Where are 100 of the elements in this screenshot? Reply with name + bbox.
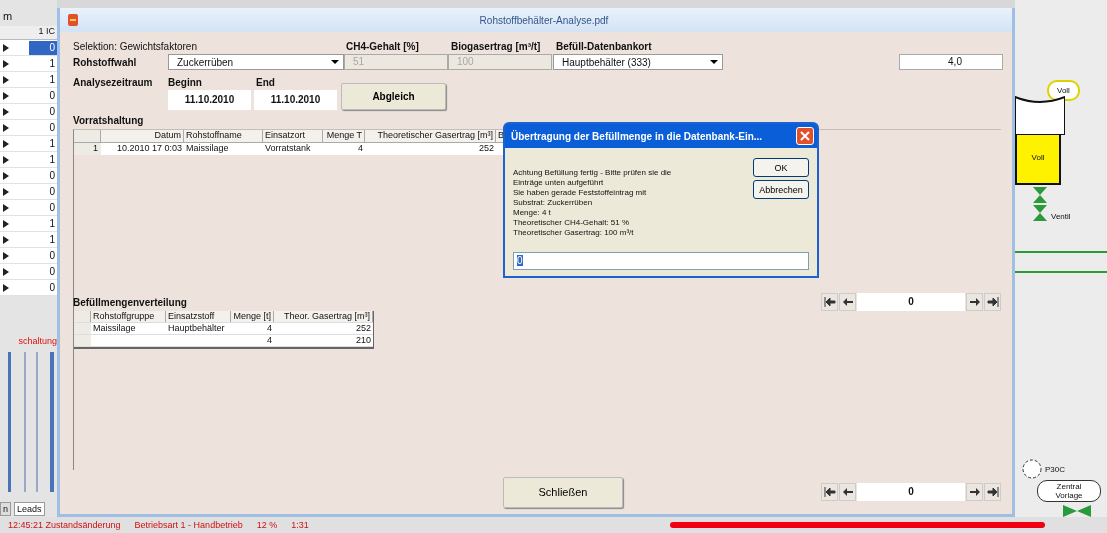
window-title: Rohstoffbehälter-Analyse.pdf: [478, 14, 610, 26]
status-text: 1:31: [291, 520, 309, 530]
field-label: Befüll-Datenbankort: [556, 41, 653, 52]
table-cell[interactable]: 0: [29, 104, 57, 119]
valve-icon: [1033, 187, 1047, 221]
left-arrow-icon: [841, 297, 854, 307]
pump-icon: [1021, 458, 1043, 480]
close-button[interactable]: Schließen: [503, 476, 623, 508]
field-label: Beginn: [168, 76, 203, 88]
previous-record-button[interactable]: [839, 293, 856, 311]
table-cell-text: Maissilage: [185, 143, 230, 155]
field-label: CH4-Gehalt [%]: [346, 41, 420, 52]
compare-button[interactable]: Abgleich: [341, 83, 446, 110]
field-label: Rohstoffwahl: [73, 56, 138, 68]
callout-bubble: Zentral Vorlage: [1037, 480, 1101, 502]
message-text: Theoretischer CH4-Gehalt: 51 %: [513, 218, 631, 228]
table-cell[interactable]: 1: [29, 72, 57, 87]
first-record-button[interactable]: [821, 293, 838, 311]
tab[interactable]: Leads: [14, 502, 45, 516]
column-header[interactable]: Datum: [101, 130, 184, 142]
table-cell-text: 252: [477, 143, 495, 155]
selection-label: Selektion: Gewichtsfaktoren: [73, 41, 198, 52]
close-icon: [800, 131, 810, 141]
record-field[interactable]: 0: [857, 293, 965, 311]
column-header[interactable]: Rohstoffgruppe: [91, 311, 166, 322]
table-cell[interactable]: 1: [29, 152, 57, 167]
record-field[interactable]: 0: [857, 483, 965, 501]
dropdown-icon: [331, 60, 339, 64]
column-header[interactable]: Rohstoffname: [184, 130, 263, 142]
first-arrow-icon: [823, 297, 836, 307]
last-record-button[interactable]: [984, 293, 1001, 311]
alert-text: schaltung: [17, 336, 57, 346]
location-dropdown[interactable]: Hauptbehälter (333): [553, 54, 723, 70]
field-label: End: [256, 76, 275, 88]
first-arrow-icon: [823, 487, 836, 497]
message-text: Achtung Befüllung fertig - Bitte prüfen sie die: [513, 168, 672, 178]
column-header[interactable]: Theor. Gasertrag [m³]: [274, 311, 373, 322]
date-field[interactable]: 11.10.2010: [168, 90, 251, 110]
column-header[interactable]: Einsatzstoff: [166, 311, 231, 322]
column-header: 1 IC: [0, 26, 57, 40]
input-field[interactable]: 4,0: [899, 54, 1003, 70]
right-arrow-icon: [968, 487, 981, 497]
table-cell-text: 10.2010 17 0:03: [115, 143, 183, 155]
last-arrow-icon: [986, 297, 999, 307]
message-text: Substrat: Zuckerrüben: [513, 198, 594, 208]
status-text: Betriebsart 1 - Handbetrieb: [134, 520, 243, 530]
column-header[interactable]: Menge T: [323, 130, 365, 142]
ok-button[interactable]: OK: [753, 158, 809, 177]
table-cell[interactable]: 1: [29, 232, 57, 247]
dropdown-icon: [710, 60, 718, 64]
table-cell[interactable]: 1: [29, 136, 57, 151]
cancel-button[interactable]: Abbrechen: [753, 180, 809, 199]
message-text: Menge: 4 t: [513, 208, 552, 218]
callout-bubble: Voll: [1047, 80, 1080, 101]
material-dropdown[interactable]: Zuckerrüben: [168, 54, 344, 70]
table-cell[interactable]: 0: [29, 40, 57, 55]
table-cell[interactable]: 0: [29, 88, 57, 103]
table-cell-text: 4: [357, 143, 364, 155]
tab[interactable]: n: [0, 502, 11, 516]
tank-outline-icon: [1015, 95, 1065, 135]
table-cell[interactable]: 0: [29, 280, 57, 295]
table-cell-text: Hauptbehälter: [167, 323, 226, 334]
column-header[interactable]: Einsatzort: [263, 130, 323, 142]
status-text: 12:45:21 Zustandsänderung: [8, 520, 121, 530]
dialog-title: Übertragung der Befüllmenge in die Datenbank-Ein...: [511, 130, 763, 142]
last-arrow-icon: [986, 487, 999, 497]
section-label: Befüllmengenverteilung: [73, 296, 187, 308]
pump-label: P30C: [1045, 464, 1065, 474]
table-cell[interactable]: 1: [29, 216, 57, 231]
right-arrow-icon: [968, 297, 981, 307]
panel-title: m: [3, 10, 13, 22]
row-number: 1: [74, 143, 101, 155]
next-record-button[interactable]: [966, 483, 983, 501]
input-field[interactable]: 0: [513, 252, 809, 270]
table-cell-text: 4: [266, 323, 273, 334]
column-header[interactable]: Menge [t]: [231, 311, 274, 322]
table-cell[interactable]: 0: [29, 184, 57, 199]
previous-record-button[interactable]: [839, 483, 856, 501]
next-record-button[interactable]: [966, 293, 983, 311]
table-cell-text: Maissilage: [92, 323, 137, 334]
table-cell[interactable]: 0: [29, 264, 57, 279]
valve-label: Ventil: [1051, 212, 1071, 221]
table-cell[interactable]: 1: [29, 56, 57, 71]
message-text: Sie haben gerade Feststoffeintrag mit: [513, 188, 648, 198]
last-record-button[interactable]: [984, 483, 1001, 501]
table-cell[interactable]: 0: [29, 168, 57, 183]
column-header[interactable]: Theoretischer Gasertrag [m³]: [365, 130, 496, 142]
table-cell[interactable]: 0: [29, 200, 57, 215]
tank: Voll: [1015, 135, 1061, 185]
table-cell-text: Vorratstank: [264, 143, 312, 155]
message-text: Theoretischer Gasertrag: 100 m³/t: [513, 228, 635, 238]
table-cell[interactable]: 0: [29, 120, 57, 135]
table-cell[interactable]: 0: [29, 248, 57, 263]
table-cell-text: 252: [354, 323, 372, 334]
close-button[interactable]: [796, 127, 814, 145]
first-record-button[interactable]: [821, 483, 838, 501]
date-field[interactable]: 11.10.2010: [254, 90, 337, 110]
left-arrow-icon: [841, 487, 854, 497]
message-text: Einträge unten aufgeführt: [513, 178, 605, 188]
field-label: Biogasertrag [m³/t]: [451, 41, 542, 52]
